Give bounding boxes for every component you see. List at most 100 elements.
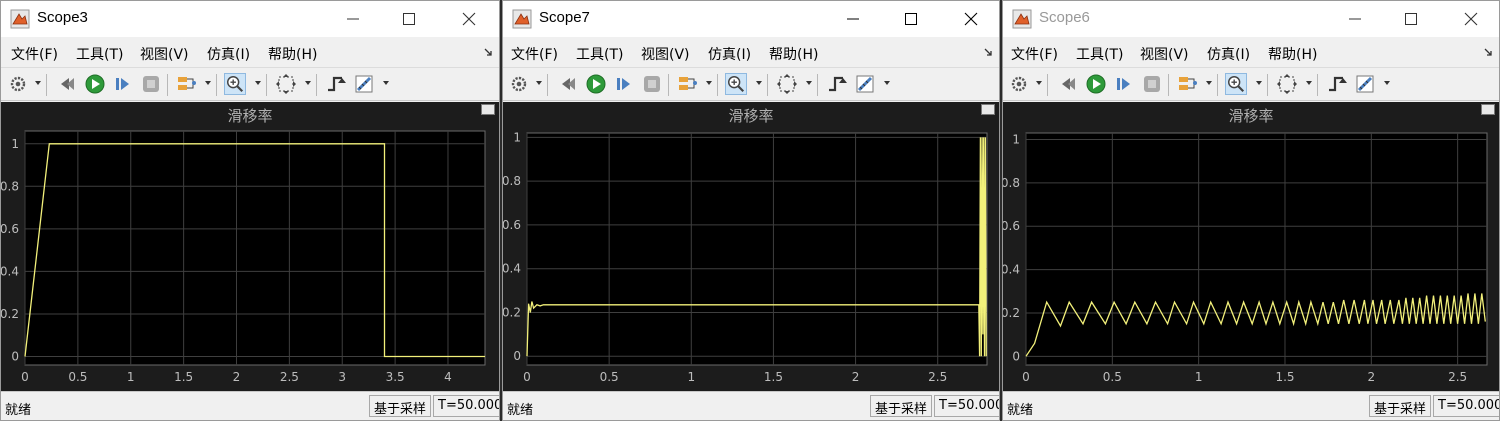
- settings-gear-icon[interactable]: [7, 73, 29, 95]
- maximize-button[interactable]: [395, 7, 423, 31]
- status-ready: 就绪: [5, 403, 32, 418]
- plot-area[interactable]: 0 0.5 1 1.5 2 2.5 3 3.5 4 0 0.2 0.4 0.6 0.8 1 滑移率: [1, 102, 499, 391]
- menu-tools[interactable]: 工具(T): [1076, 44, 1123, 64]
- step-forward-icon[interactable]: [112, 73, 134, 95]
- chevron-down-icon[interactable]: [35, 81, 41, 85]
- signal-selector-icon[interactable]: [677, 73, 699, 95]
- triggers-icon[interactable]: [1326, 73, 1348, 95]
- maximize-button[interactable]: [1397, 7, 1425, 31]
- chevron-down-icon[interactable]: [1036, 81, 1042, 85]
- run-icon[interactable]: [1085, 73, 1107, 95]
- maximize-button[interactable]: [897, 7, 925, 31]
- scope-window[interactable]: Scope7 文件(F) 工具(T) 视图(V) 仿真(I) 帮助(H) 0 0…: [502, 0, 1000, 421]
- menu-help[interactable]: 帮助(H): [1268, 44, 1317, 64]
- menu-view[interactable]: 视图(V): [140, 44, 189, 64]
- zoom-in-icon[interactable]: [725, 73, 747, 95]
- x-tick-label: 1.5: [174, 370, 193, 384]
- line-chart[interactable]: 0 0.5 1 1.5 2 2.5 0 0.2 0.4 0.6 0.8 1: [503, 102, 999, 391]
- chevron-down-icon[interactable]: [255, 81, 261, 85]
- chevron-down-icon[interactable]: [1256, 81, 1262, 85]
- chevron-down-icon[interactable]: [1206, 81, 1212, 85]
- line-chart[interactable]: 0 0.5 1 1.5 2 2.5 3 3.5 4 0 0.2 0.4 0.6 0.8 1: [1, 102, 499, 391]
- chevron-down-icon[interactable]: [806, 81, 812, 85]
- menu-overflow-icon[interactable]: [483, 46, 493, 56]
- menu-help[interactable]: 帮助(H): [268, 44, 317, 64]
- plot-area[interactable]: 0 0.5 1 1.5 2 2.5 0 0.2 0.4 0.6 0.8 1 滑移率: [1003, 102, 1499, 391]
- step-forward-icon[interactable]: [1113, 73, 1135, 95]
- chevron-down-icon[interactable]: [305, 81, 311, 85]
- menu-tools[interactable]: 工具(T): [76, 44, 123, 64]
- step-back-icon[interactable]: [56, 73, 78, 95]
- menu-tools[interactable]: 工具(T): [576, 44, 623, 64]
- chevron-down-icon[interactable]: [1384, 81, 1390, 85]
- menu-overflow-icon[interactable]: [1483, 46, 1493, 56]
- triggers-icon[interactable]: [325, 73, 347, 95]
- run-icon[interactable]: [585, 73, 607, 95]
- title-bar[interactable]: Scope7: [503, 1, 999, 37]
- title-bar[interactable]: Scope6: [1003, 1, 1499, 37]
- plot-area[interactable]: 0 0.5 1 1.5 2 2.5 0 0.2 0.4 0.6 0.8 1 滑移率: [503, 102, 999, 391]
- x-tick-label: 0.5: [68, 370, 87, 384]
- menu-overflow-icon[interactable]: [983, 46, 993, 56]
- toolbar: [1, 67, 499, 101]
- zoom-in-icon[interactable]: [1225, 73, 1247, 95]
- undock-icon[interactable]: [481, 104, 495, 115]
- line-chart[interactable]: 0 0.5 1 1.5 2 2.5 0 0.2 0.4 0.6 0.8 1: [1003, 102, 1499, 391]
- status-bar: 就绪 基于采样 T=50.000: [1, 391, 499, 420]
- zoom-in-icon[interactable]: [224, 73, 246, 95]
- step-back-icon[interactable]: [557, 73, 579, 95]
- sample-based-indicator: 基于采样: [1369, 395, 1432, 417]
- run-icon[interactable]: [84, 73, 106, 95]
- close-button[interactable]: [455, 7, 483, 31]
- menu-file[interactable]: 文件(F): [511, 44, 558, 64]
- stop-icon[interactable]: [140, 73, 162, 95]
- chevron-down-icon[interactable]: [706, 81, 712, 85]
- fit-to-view-icon[interactable]: [275, 73, 297, 95]
- chevron-down-icon[interactable]: [1306, 81, 1312, 85]
- chevron-down-icon[interactable]: [884, 81, 890, 85]
- settings-gear-icon[interactable]: [508, 73, 530, 95]
- toolbar: [503, 67, 999, 101]
- title-bar[interactable]: Scope3: [1, 1, 499, 37]
- fit-to-view-icon[interactable]: [776, 73, 798, 95]
- menu-simulation[interactable]: 仿真(I): [1207, 44, 1250, 64]
- y-tick-label: 0.6: [503, 218, 521, 232]
- measurements-icon[interactable]: [353, 73, 375, 95]
- undock-icon[interactable]: [1481, 104, 1495, 115]
- stop-icon[interactable]: [1141, 73, 1163, 95]
- scope-window[interactable]: Scope6 文件(F) 工具(T) 视图(V) 仿真(I) 帮助(H) 0 0…: [1002, 0, 1500, 421]
- measurements-icon[interactable]: [854, 73, 876, 95]
- menu-view[interactable]: 视图(V): [1140, 44, 1189, 64]
- menu-file[interactable]: 文件(F): [1011, 44, 1058, 64]
- menu-view[interactable]: 视图(V): [641, 44, 690, 64]
- fit-to-view-icon[interactable]: [1276, 73, 1298, 95]
- x-tick-label: 1: [687, 370, 695, 384]
- stop-icon[interactable]: [641, 73, 663, 95]
- chevron-down-icon[interactable]: [536, 81, 542, 85]
- step-back-icon[interactable]: [1057, 73, 1079, 95]
- triggers-icon[interactable]: [826, 73, 848, 95]
- measurements-icon[interactable]: [1354, 73, 1376, 95]
- minimize-button[interactable]: [1341, 7, 1369, 31]
- close-button[interactable]: [957, 7, 985, 31]
- signal-selector-icon[interactable]: [1177, 73, 1199, 95]
- chevron-down-icon[interactable]: [205, 81, 211, 85]
- menu-file[interactable]: 文件(F): [11, 44, 58, 64]
- toolbar-separator: [817, 74, 818, 96]
- minimize-button[interactable]: [339, 7, 367, 31]
- chevron-down-icon[interactable]: [756, 81, 762, 85]
- chart-title: 滑移率: [1228, 107, 1274, 125]
- menu-simulation[interactable]: 仿真(I): [207, 44, 250, 64]
- close-button[interactable]: [1457, 7, 1485, 31]
- signal-selector-icon[interactable]: [176, 73, 198, 95]
- menu-bar: 文件(F) 工具(T) 视图(V) 仿真(I) 帮助(H): [503, 39, 999, 65]
- step-forward-icon[interactable]: [613, 73, 635, 95]
- scope-window[interactable]: Scope3 文件(F) 工具(T) 视图(V) 仿真(I) 帮助(H) 0 0…: [0, 0, 500, 421]
- menu-simulation[interactable]: 仿真(I): [708, 44, 751, 64]
- minimize-button[interactable]: [839, 7, 867, 31]
- status-ready: 就绪: [507, 403, 534, 418]
- menu-help[interactable]: 帮助(H): [769, 44, 818, 64]
- settings-gear-icon[interactable]: [1008, 73, 1030, 95]
- chevron-down-icon[interactable]: [383, 81, 389, 85]
- undock-icon[interactable]: [981, 104, 995, 115]
